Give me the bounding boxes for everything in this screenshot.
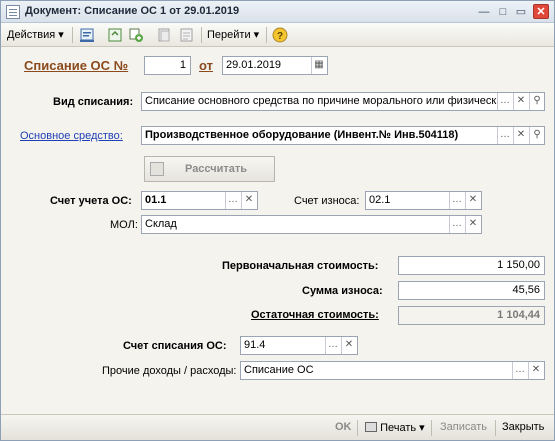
search-icon[interactable]: ⚲ (529, 93, 544, 110)
other-field[interactable]: Списание ОС … ✕ (240, 361, 545, 380)
document-title: Списание ОС № (24, 58, 129, 73)
write-off-type-label: Вид списания: (53, 96, 134, 108)
clear-icon[interactable]: ✕ (513, 127, 528, 144)
select-ellipsis-icon[interactable]: … (325, 337, 340, 354)
select-ellipsis-icon[interactable]: … (512, 362, 527, 379)
close-window-icon[interactable]: ✕ (533, 4, 549, 19)
calendar-icon[interactable]: ▦ (311, 57, 326, 74)
clear-icon[interactable]: ✕ (513, 93, 528, 110)
depreciation-field[interactable]: 45,56 (398, 281, 545, 300)
restore-icon[interactable]: ▭ (515, 6, 527, 18)
ok-button[interactable]: OK (335, 421, 352, 433)
writeoff-account-label: Счет списания ОС: (123, 340, 227, 352)
account-label: Счет учета ОС: (50, 195, 132, 207)
select-ellipsis-icon[interactable]: … (449, 216, 464, 233)
mol-label: МОЛ: (110, 219, 138, 231)
help-icon[interactable]: ? (272, 27, 288, 43)
depreciation-label: Сумма износа: (302, 285, 383, 297)
clear-icon[interactable]: ✕ (528, 362, 543, 379)
other-label: Прочие доходы / расходы: (102, 365, 237, 377)
actions-menu[interactable]: Действия ▾ (7, 27, 64, 43)
date-prefix: от (199, 58, 213, 73)
select-ellipsis-icon[interactable]: … (497, 127, 512, 144)
printer-icon (365, 422, 377, 432)
initial-cost-label: Первоначальная стоимость: (222, 260, 379, 272)
window-title: Документ: Списание ОС 1 от 29.01.2019 (25, 5, 240, 17)
account-field[interactable]: 01.1 … ✕ (141, 191, 258, 210)
calculator-icon (150, 162, 164, 176)
title-bar: Документ: Списание ОС 1 от 29.01.2019 — … (1, 1, 554, 23)
clear-icon[interactable]: ✕ (241, 192, 256, 209)
initial-cost-field[interactable]: 1 150,00 (398, 256, 545, 275)
residual-label: Остаточная стоимость: (251, 309, 379, 321)
toolbar: Действия ▾ Перейти ▾ ? (1, 23, 554, 47)
footer-bar: OK Печать ▾ Записать Закрыть (1, 414, 554, 440)
movements-icon[interactable] (179, 27, 195, 43)
copy-icon[interactable] (128, 27, 144, 43)
depr-account-field[interactable]: 02.1 … ✕ (365, 191, 482, 210)
svg-text:?: ? (277, 31, 283, 42)
clear-icon[interactable]: ✕ (465, 216, 480, 233)
select-ellipsis-icon[interactable]: … (449, 192, 464, 209)
goto-menu[interactable]: Перейти ▾ (207, 27, 259, 43)
search-icon[interactable]: ⚲ (529, 127, 544, 144)
post-icon[interactable] (79, 27, 95, 43)
write-off-type-field[interactable]: Списание основного средства по причине м… (141, 92, 545, 111)
document-date-field[interactable]: 29.01.2019 ▦ (222, 56, 328, 75)
depr-account-label: Счет износа: (294, 195, 360, 207)
mol-field[interactable]: Склад … ✕ (141, 215, 482, 234)
minimize-icon[interactable]: — (478, 6, 490, 18)
print-menu[interactable]: Печать ▾ (365, 421, 425, 434)
refresh-icon[interactable] (107, 27, 123, 43)
asset-field[interactable]: Производственное оборудование (Инвент.№ … (141, 126, 545, 145)
residual-field: 1 104,44 (398, 306, 545, 325)
maximize-icon[interactable]: □ (497, 6, 509, 18)
clear-icon[interactable]: ✕ (341, 337, 356, 354)
document-icon (6, 5, 20, 19)
save-button[interactable]: Записать (440, 421, 487, 433)
clear-icon[interactable]: ✕ (465, 192, 480, 209)
writeoff-account-field[interactable]: 91.4 … ✕ (240, 336, 358, 355)
document-window: Документ: Списание ОС 1 от 29.01.2019 — … (0, 0, 555, 441)
document-number-field[interactable]: 1 (144, 56, 191, 75)
select-ellipsis-icon[interactable]: … (225, 192, 240, 209)
structure-icon[interactable] (157, 27, 173, 43)
select-ellipsis-icon[interactable]: … (497, 93, 512, 110)
asset-label[interactable]: Основное средство: (20, 130, 123, 142)
close-button[interactable]: Закрыть (502, 421, 544, 433)
calculate-button[interactable]: Рассчитать (144, 156, 275, 182)
